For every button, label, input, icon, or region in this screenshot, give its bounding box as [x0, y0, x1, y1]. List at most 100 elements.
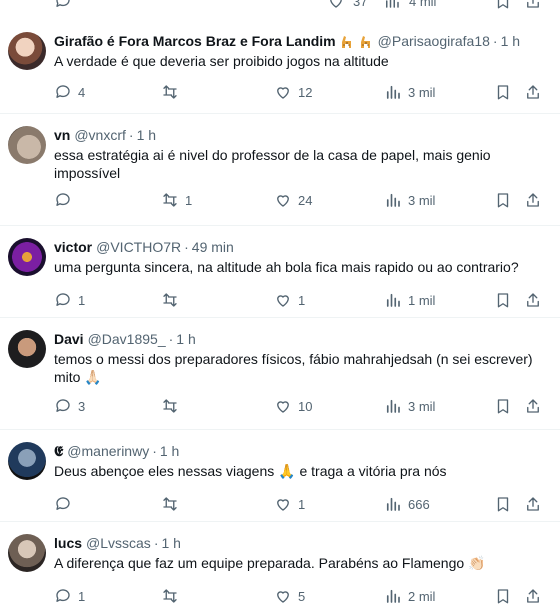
share-button[interactable] — [524, 291, 542, 309]
avatar[interactable] — [8, 238, 46, 276]
views-icon — [386, 0, 399, 8]
share-button[interactable] — [524, 191, 542, 209]
user-handle[interactable]: @Lvsscas — [86, 534, 151, 552]
views-button[interactable]: 1 mil — [384, 291, 435, 309]
views-icon — [386, 293, 400, 307]
retweet-icon — [163, 589, 177, 603]
views-icon — [386, 193, 400, 207]
bookmark-button[interactable] — [494, 0, 512, 10]
display-name[interactable]: Davi — [54, 330, 84, 348]
retweet-icon — [163, 497, 177, 511]
display-name[interactable]: 𝕰 — [54, 442, 63, 460]
user-handle[interactable]: @Dav1895_ — [88, 330, 166, 348]
avatar[interactable] — [8, 534, 46, 572]
retweet-button[interactable]: 1 — [161, 191, 192, 209]
heart-icon — [277, 499, 289, 511]
tweet-reply[interactable]: 𝕰 @manerinwy · 1 h Deus abençoe eles nes… — [0, 430, 560, 522]
timestamp[interactable]: 1 h — [160, 442, 179, 460]
tweet-reply[interactable]: Girafão é Fora Marcos Braz e Fora Landim… — [0, 20, 560, 114]
views-button[interactable]: 3 mil — [384, 83, 435, 101]
display-name[interactable]: victor — [54, 238, 92, 256]
bookmark-button[interactable] — [494, 83, 512, 101]
reply-icon — [56, 85, 70, 98]
bookmark-button[interactable] — [494, 587, 512, 605]
user-handle[interactable]: @vnxcrf — [74, 126, 126, 144]
retweet-icon — [163, 85, 177, 99]
retweet-icon — [163, 399, 177, 413]
like-button[interactable]: 1 — [274, 291, 305, 309]
like-button[interactable]: 5 — [274, 587, 305, 605]
timestamp[interactable]: 1 h — [161, 534, 180, 552]
separator-dot: · — [153, 535, 159, 551]
bookmark-icon — [497, 85, 509, 100]
bookmark-button[interactable] — [494, 291, 512, 309]
timestamp[interactable]: 1 h — [176, 330, 195, 348]
tweet-reply[interactable]: Davi @Dav1895_ · 1 h temos o messi dos p… — [0, 318, 560, 430]
user-handle[interactable]: @VICTHO7R — [96, 238, 181, 256]
views-button[interactable]: 666 — [384, 495, 430, 513]
avatar[interactable] — [8, 442, 46, 480]
share-button[interactable] — [524, 587, 542, 605]
share-icon — [527, 589, 539, 603]
like-button[interactable]: 10 — [274, 397, 312, 415]
views-button[interactable]: 3 mil — [384, 191, 435, 209]
share-button[interactable] — [524, 83, 542, 101]
timestamp[interactable]: 49 min — [192, 238, 234, 256]
tweet-text: temos o messi dos preparadores físicos, … — [54, 351, 533, 385]
tweet-actions: 1 666 — [54, 494, 546, 514]
display-name[interactable]: lucs — [54, 534, 82, 552]
views-count: 3 mil — [408, 398, 436, 414]
tweet-text: A diferença que faz um equipe preparada.… — [54, 555, 486, 571]
user-handle[interactable]: @manerinwy — [67, 442, 149, 460]
tweet-actions: 1 5 2 mil — [54, 586, 546, 606]
reply-button[interactable] — [54, 0, 72, 10]
retweet-button[interactable] — [161, 495, 185, 513]
avatar[interactable] — [8, 126, 46, 164]
bookmark-button[interactable] — [494, 397, 512, 415]
views-count: 4 mil — [409, 0, 437, 9]
share-button[interactable] — [524, 397, 542, 415]
tweet-actions: 1 1 1 mil — [54, 290, 546, 310]
timestamp[interactable]: 1 h — [501, 32, 520, 50]
reply-button[interactable] — [54, 495, 78, 513]
reply-icon — [56, 497, 70, 510]
like-count: 24 — [298, 192, 313, 208]
bookmark-button[interactable] — [494, 191, 512, 209]
tweet-actions: 4 12 3 mil — [54, 82, 546, 102]
reply-button[interactable]: 1 — [54, 291, 85, 309]
reply-count: 4 — [78, 84, 86, 100]
separator-dot: · — [128, 127, 134, 143]
like-button[interactable]: 12 — [274, 83, 312, 101]
share-button[interactable] — [524, 495, 542, 513]
reply-button[interactable]: 3 — [54, 397, 85, 415]
like-button[interactable]: 24 — [274, 191, 312, 209]
retweet-button[interactable] — [161, 291, 185, 309]
avatar[interactable] — [8, 330, 46, 368]
tweet-reply[interactable]: vn @vnxcrf · 1 h essa estratégia ai é ni… — [0, 114, 560, 226]
views-button[interactable]: 3 mil — [384, 397, 435, 415]
avatar[interactable] — [8, 32, 46, 70]
views-button[interactable]: 2 mil — [384, 587, 435, 605]
reply-button[interactable]: 4 — [54, 83, 85, 101]
like-count: 5 — [298, 588, 306, 604]
like-button[interactable]: 1 — [274, 495, 305, 513]
tweet-reply[interactable]: lucs @Lvsscas · 1 h A diferença que faz … — [0, 522, 560, 610]
reply-button[interactable] — [54, 191, 78, 209]
timestamp[interactable]: 1 h — [137, 126, 156, 144]
retweet-button[interactable] — [161, 83, 185, 101]
reply-button[interactable]: 1 — [54, 587, 85, 605]
user-handle[interactable]: @Parisaogirafa18 — [378, 32, 490, 50]
display-name[interactable]: Girafão é Fora Marcos Braz e Fora Landim — [54, 32, 336, 50]
display-name[interactable]: vn — [54, 126, 70, 144]
retweet-button[interactable] — [161, 587, 185, 605]
tweet-reply[interactable]: victor @VICTHO7R · 49 min uma pergunta s… — [0, 226, 560, 318]
share-button[interactable] — [524, 0, 542, 10]
retweet-button[interactable] — [161, 397, 185, 415]
share-icon — [527, 0, 539, 8]
views-button[interactable]: 4 mil — [383, 0, 436, 10]
retweet-count: 1 — [185, 192, 193, 208]
views-icon — [386, 399, 400, 413]
tweet-actions: 1 24 3 mil — [54, 190, 546, 210]
like-button[interactable]: 37 — [327, 0, 367, 10]
bookmark-button[interactable] — [494, 495, 512, 513]
